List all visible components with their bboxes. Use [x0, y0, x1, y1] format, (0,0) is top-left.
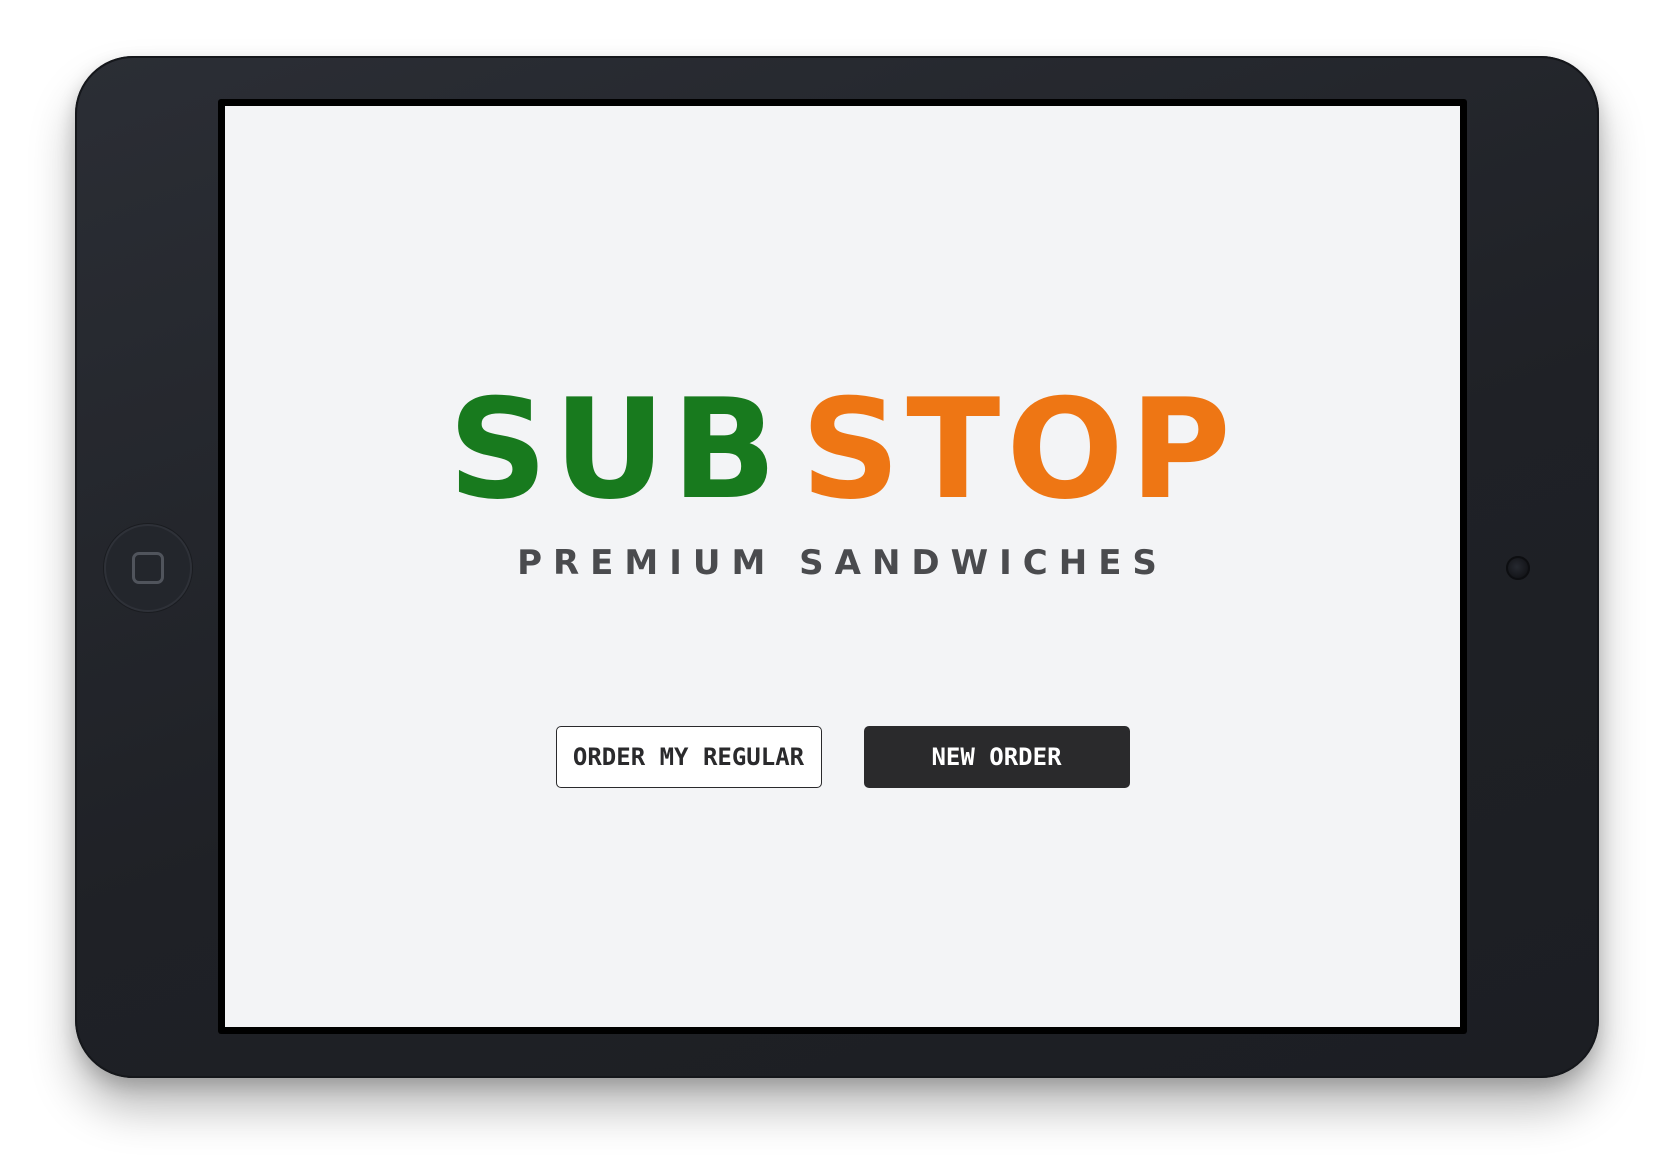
- logo-sub-text: SUB: [448, 369, 783, 530]
- action-buttons: ORDER MY REGULAR NEW ORDER: [225, 726, 1460, 788]
- app-screen: SUB STOP PREMIUM SANDWICHES ORDER MY REG…: [225, 106, 1460, 1027]
- brand-block: SUB STOP PREMIUM SANDWICHES: [225, 381, 1460, 583]
- tagline: PREMIUM SANDWICHES: [517, 543, 1168, 583]
- home-button[interactable]: [104, 524, 192, 612]
- device-stage: SUB STOP PREMIUM SANDWICHES ORDER MY REG…: [0, 0, 1674, 1161]
- logo: SUB STOP: [448, 381, 1237, 519]
- camera-lens-icon: [1506, 556, 1530, 580]
- order-my-regular-button[interactable]: ORDER MY REGULAR: [555, 726, 822, 788]
- new-order-button[interactable]: NEW ORDER: [863, 726, 1130, 788]
- home-square-icon: [132, 552, 164, 584]
- logo-stop-text: STOP: [800, 369, 1237, 530]
